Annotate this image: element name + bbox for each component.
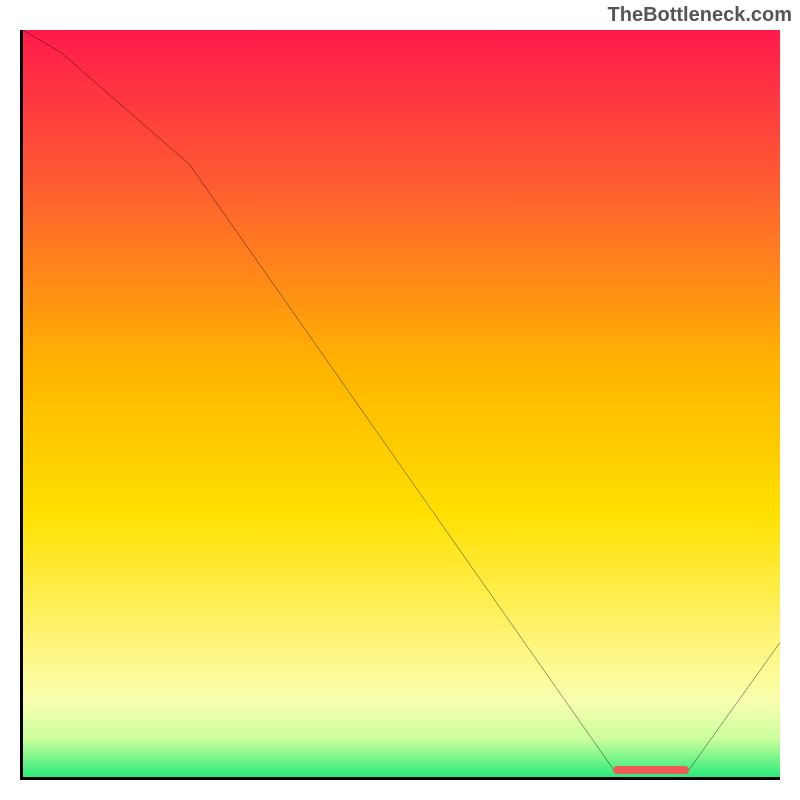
plot-area xyxy=(20,30,780,780)
optimal-range-marker xyxy=(613,766,689,774)
curve-path xyxy=(23,30,780,770)
bottleneck-curve xyxy=(23,30,780,777)
chart-container: TheBottleneck.com xyxy=(0,0,800,800)
attribution-label: TheBottleneck.com xyxy=(608,4,792,27)
